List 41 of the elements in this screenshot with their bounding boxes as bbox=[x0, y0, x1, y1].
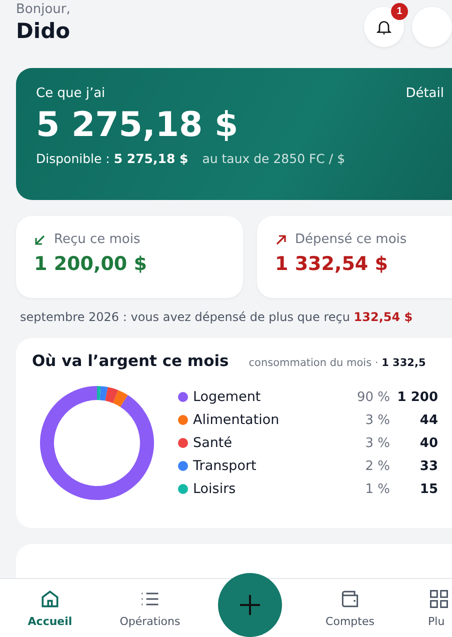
nav-tab[interactable]: Accueil bbox=[0, 579, 100, 637]
balance-label: Ce que j’ai bbox=[36, 86, 106, 101]
available-balance: Disponible : 5 275,18 $ bbox=[36, 151, 188, 166]
user-name: Dido bbox=[16, 19, 70, 43]
nav-tab[interactable]: Opérations bbox=[100, 579, 200, 637]
legend-amount: 33 bbox=[418, 458, 438, 474]
stat-label: Reçu ce mois bbox=[54, 232, 140, 247]
legend-label: Loisirs bbox=[192, 481, 237, 497]
legend-percent: 1 % bbox=[364, 482, 390, 496]
greeting: Bonjour, bbox=[16, 2, 70, 17]
balance-amount: 5 275,18 $ bbox=[36, 105, 240, 145]
legend-percent: 2 % bbox=[364, 458, 390, 474]
exchange-rate: au taux de 2850 FC / $ bbox=[202, 151, 346, 166]
legend-amount: 1 200 bbox=[396, 390, 438, 404]
legend-amount: 15 bbox=[418, 482, 438, 496]
bell-icon bbox=[375, 18, 393, 36]
stat-amount: 1 332,54 $ bbox=[275, 253, 389, 275]
legend-percent: 3 % bbox=[364, 436, 390, 450]
legend-label: Santé bbox=[192, 435, 233, 451]
nav-tab[interactable]: Plu bbox=[400, 579, 452, 637]
legend-percent: 90 % bbox=[356, 390, 390, 404]
month-summary: septembre 2026 : vous avez dépensé de plus que reçu 132,54 $ bbox=[20, 310, 414, 324]
legend-label: Transport bbox=[192, 458, 258, 474]
arrow-up-right-icon bbox=[275, 234, 287, 246]
card-subtitle: consommation du mois · 1 332,5 bbox=[248, 357, 426, 369]
legend-percent: 3 % bbox=[364, 412, 390, 428]
wallet-icon bbox=[339, 588, 361, 610]
legend-amount: 40 bbox=[418, 436, 438, 450]
legend-amount: 44 bbox=[418, 412, 438, 428]
detail-link[interactable]: Détail bbox=[406, 86, 444, 101]
legend-label: Logement bbox=[192, 389, 262, 405]
legend-label: Alimentation bbox=[192, 412, 280, 428]
grid-icon bbox=[428, 588, 450, 610]
card-title: Où va l’argent ce mois bbox=[32, 352, 229, 370]
notification-badge: 1 bbox=[391, 3, 408, 20]
home-icon bbox=[39, 588, 61, 610]
plus-icon bbox=[238, 593, 262, 617]
arrow-down-left-icon bbox=[34, 234, 46, 246]
nav-tab[interactable]: Comptes bbox=[300, 579, 400, 637]
stat-label: Dépensé ce mois bbox=[295, 232, 407, 247]
stat-amount: 1 200,00 $ bbox=[34, 253, 148, 275]
